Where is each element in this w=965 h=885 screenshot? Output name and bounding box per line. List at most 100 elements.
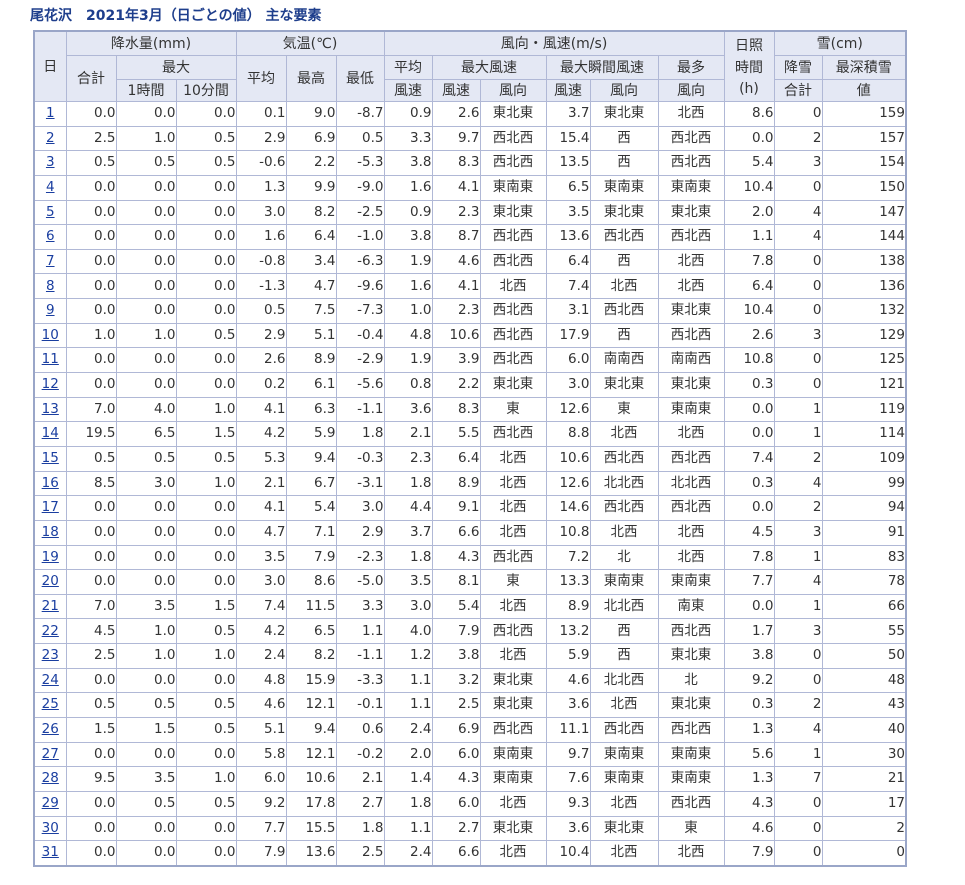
gust-speed-cell: 6.5 — [545, 174, 591, 201]
table-row: 28 9.5 3.5 1.0 6.0 10.6 2.1 1.4 4.3 東南東 7.6 東南東 東南東 1… — [33, 766, 907, 792]
highlight-underline — [733, 126, 772, 127]
temp-min-cell: -8.7 — [335, 101, 385, 127]
table-row: 31 0.0 0.0 0.0 7.9 13.6 2.5 2.4 6.6 北西 10.4 北西 北西 7.9… — [33, 840, 907, 867]
day-link[interactable]: 13 — [42, 401, 59, 417]
wind-avg-cell: 3.5 — [383, 569, 433, 595]
day-link[interactable]: 24 — [42, 672, 59, 688]
wind-most-freq-cell: 北西 — [657, 519, 725, 546]
temp-min-cell: 1.1 — [335, 618, 385, 645]
snowfall-cell: 0 — [773, 667, 823, 694]
day-link[interactable]: 28 — [42, 770, 59, 786]
day-link[interactable]: 22 — [42, 623, 59, 639]
wind-max-dir-cell: 西北西 — [479, 150, 547, 176]
snowfall-cell: 0 — [773, 372, 823, 398]
temp-avg-cell: 7.4 — [235, 593, 287, 620]
day-link[interactable]: 4 — [46, 179, 55, 195]
day-link[interactable]: 1 — [46, 105, 55, 121]
wind-max-speed-cell: 4.1 — [431, 174, 481, 201]
precip-total-cell: 0.0 — [65, 101, 117, 127]
wind-max-dir-cell: 東南東 — [479, 766, 547, 792]
day-link[interactable]: 5 — [46, 204, 55, 220]
day-cell: 17 — [33, 495, 67, 521]
day-link[interactable]: 6 — [46, 228, 55, 244]
wind-avg-cell: 3.8 — [383, 224, 433, 250]
precip-total-cell: 4.5 — [65, 618, 117, 645]
precip-1h-cell: 1.0 — [115, 322, 177, 349]
wind-most-freq-cell: 西北西 — [657, 790, 725, 817]
wind-avg-cell: 1.2 — [383, 643, 433, 669]
wind-max-speed-cell: 7.9 — [431, 618, 481, 645]
wind-avg-cell: 1.1 — [383, 815, 433, 842]
header-day: 日 — [33, 30, 67, 102]
wind-max-dir-cell: 西北西 — [479, 618, 547, 645]
wind-max-dir-cell: 西北西 — [479, 421, 547, 447]
temp-min-cell: -1.1 — [335, 396, 385, 423]
day-link[interactable]: 16 — [42, 475, 59, 491]
wind-max-dir-cell: 東北東 — [479, 815, 547, 842]
day-link[interactable]: 2 — [46, 130, 55, 146]
wind-max-dir-cell: 西北西 — [479, 248, 547, 275]
day-link[interactable]: 15 — [42, 450, 59, 466]
header-sunshine: 日照 時間 (h) — [723, 30, 775, 102]
day-link[interactable]: 19 — [42, 549, 59, 565]
wind-most-freq-cell: 東南東 — [657, 569, 725, 595]
temp-avg-cell: 5.8 — [235, 741, 287, 768]
gust-speed-cell: 8.9 — [545, 593, 591, 620]
snowfall-cell: 0 — [773, 815, 823, 842]
day-link[interactable]: 29 — [42, 795, 59, 811]
header-wind-speed: 風速 — [431, 79, 481, 102]
day-link[interactable]: 25 — [42, 696, 59, 712]
day-link[interactable]: 10 — [42, 327, 59, 343]
gust-dir-cell: 西 — [589, 322, 659, 349]
day-cell: 4 — [33, 174, 67, 201]
day-link[interactable]: 14 — [42, 425, 59, 441]
temp-max-cell: 9.4 — [285, 717, 337, 743]
temp-max-cell: 7.1 — [285, 519, 337, 546]
temp-avg-cell: 4.8 — [235, 667, 287, 694]
day-link[interactable]: 23 — [42, 647, 59, 663]
precip-1h-cell: 0.0 — [115, 495, 177, 521]
day-link[interactable]: 7 — [46, 253, 55, 269]
wind-max-speed-cell: 3.9 — [431, 347, 481, 374]
day-link[interactable]: 26 — [42, 721, 59, 737]
day-cell: 2 — [33, 125, 67, 152]
precip-total-cell: 0.0 — [65, 224, 117, 250]
day-link[interactable]: 8 — [46, 278, 55, 294]
day-link[interactable]: 27 — [42, 746, 59, 762]
precip-1h-cell: 0.5 — [115, 150, 177, 176]
precip-10m-cell: 0.0 — [175, 199, 237, 226]
day-link[interactable]: 30 — [42, 820, 59, 836]
temp-avg-cell: 5.1 — [235, 717, 287, 743]
gust-dir-cell: 東南東 — [589, 766, 659, 792]
wind-max-dir-cell: 東北東 — [479, 692, 547, 719]
wind-max-dir-cell: 北西 — [479, 519, 547, 546]
day-link[interactable]: 18 — [42, 524, 59, 540]
day-link[interactable]: 3 — [46, 154, 55, 170]
temp-min-cell: -0.1 — [335, 692, 385, 719]
wind-max-dir-cell: 東北東 — [479, 372, 547, 398]
temp-avg-cell: 5.3 — [235, 445, 287, 472]
temp-min-cell: 2.1 — [335, 766, 385, 792]
precip-10m-cell: 0.0 — [175, 519, 237, 546]
day-link[interactable]: 20 — [42, 573, 59, 589]
snow-depth-cell: 83 — [821, 544, 907, 571]
temp-min-cell: 0.5 — [335, 125, 385, 152]
temp-max-cell: 9.0 — [285, 101, 337, 127]
wind-most-freq-cell: 東北東 — [657, 298, 725, 324]
day-link[interactable]: 17 — [42, 499, 59, 515]
wind-max-speed-cell: 5.5 — [431, 421, 481, 447]
day-link[interactable]: 11 — [42, 351, 59, 367]
day-link[interactable]: 31 — [42, 844, 59, 860]
gust-speed-cell: 11.1 — [545, 717, 591, 743]
snow-depth-cell: 119 — [821, 396, 907, 423]
day-link[interactable]: 21 — [42, 598, 59, 614]
wind-most-freq-cell: 南東 — [657, 593, 725, 620]
temp-min-cell: -7.3 — [335, 298, 385, 324]
day-link[interactable]: 9 — [46, 302, 55, 318]
day-link[interactable]: 12 — [42, 376, 59, 392]
temp-min-cell: -3.3 — [335, 667, 385, 694]
daily-weather-table: 日 降水量(mm) 気温(℃) 風向・風速(m/s) 日照 時間 (h) 雪(c… — [33, 30, 907, 867]
wind-max-speed-cell: 4.6 — [431, 248, 481, 275]
wind-most-freq-cell: 西北西 — [657, 150, 725, 176]
temp-max-cell: 5.4 — [285, 495, 337, 521]
